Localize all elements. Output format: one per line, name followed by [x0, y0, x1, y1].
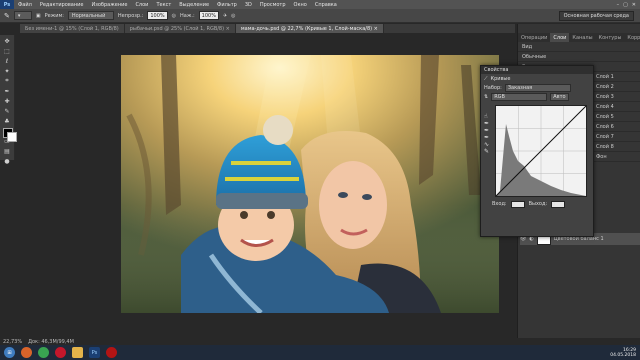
preset-select[interactable]: Заказная: [504, 83, 571, 92]
tab-actions[interactable]: Операции: [518, 33, 550, 42]
maximize-button[interactable]: ▢: [623, 2, 628, 8]
menu-image[interactable]: Изображение: [87, 2, 131, 8]
flow-input[interactable]: 100%: [198, 11, 219, 20]
clone-stamp-tool-icon[interactable]: ♣: [2, 117, 12, 125]
minimize-button[interactable]: –: [617, 2, 620, 8]
photoshop-taskbar-icon[interactable]: Ps: [89, 347, 100, 358]
menu-view[interactable]: Просмотр: [256, 2, 290, 8]
menu-bar: Ps Файл Редактирование Изображение Слои …: [0, 0, 640, 9]
doc-tab-3[interactable]: мама-дочь.psd @ 22,7% (Кривые 1, Слой-ма…: [235, 24, 384, 33]
curve-point-icon[interactable]: ∿: [484, 141, 492, 148]
curves-graph[interactable]: [495, 105, 587, 197]
menu-type[interactable]: Текст: [152, 2, 175, 8]
photoshop-logo-icon: Ps: [0, 0, 14, 9]
doc-size-readout: Док: 46,3М/99,4М: [28, 338, 74, 345]
pencil-curve-icon[interactable]: ✎: [484, 148, 492, 155]
menu-window[interactable]: Окно: [290, 2, 311, 8]
pressure-size-icon[interactable]: ◎: [231, 13, 235, 19]
brush-tool-icon[interactable]: ✎: [4, 12, 10, 20]
curve-tools: ☝ ✒ ✒ ✒ ∿ ✎: [484, 113, 492, 173]
blend-mode-row[interactable]: Обычные: [518, 52, 640, 62]
menu-help[interactable]: Справка: [311, 2, 341, 8]
tab-adjustments[interactable]: Коррекция: [624, 33, 640, 42]
opacity-label: Непрозр.:: [117, 12, 144, 19]
input-label: Вход:: [492, 201, 507, 207]
tab-layers[interactable]: Слои: [550, 33, 570, 42]
crop-tool-icon[interactable]: ⌗: [2, 77, 12, 85]
pressure-opacity-icon[interactable]: ◎: [172, 13, 176, 19]
eyedropper-tool-icon[interactable]: ✒: [2, 87, 12, 95]
properties-type: Кривые: [490, 75, 511, 82]
close-button[interactable]: ✕: [632, 2, 636, 8]
curves-icon: ⟋: [484, 75, 488, 82]
background-color-swatch[interactable]: [7, 132, 17, 142]
menu-3d[interactable]: 3D: [241, 2, 256, 8]
brush-tool-icon[interactable]: ✎: [2, 107, 12, 115]
mode-label: Режим:: [44, 12, 64, 19]
airbrush-icon[interactable]: ✈: [223, 13, 227, 19]
record-icon[interactable]: [106, 347, 117, 358]
document-tabs: Без имени-1 @ 15% (Слой 1, RGB/8) рыбачь…: [20, 24, 515, 33]
properties-title: Свойства: [481, 66, 593, 74]
marquee-tool-icon[interactable]: ⬚: [2, 47, 12, 55]
menu-layers[interactable]: Слои: [131, 2, 152, 8]
menu-filter[interactable]: Фильтр: [213, 2, 241, 8]
move-tool-icon[interactable]: ✥: [2, 37, 12, 45]
panel-tabs: Операции Слои Каналы Контуры Коррекция: [518, 33, 640, 42]
brush-panel-icon[interactable]: ▣: [36, 13, 41, 19]
windows-taskbar: ⊞ Ps 16:29 04.05.2018: [0, 345, 640, 360]
opacity-input[interactable]: 100%: [147, 11, 168, 20]
mode-select[interactable]: Нормальный: [67, 11, 114, 20]
workspace-switcher[interactable]: Основная рабочая среда: [558, 10, 634, 21]
firefox-icon[interactable]: [21, 347, 32, 358]
eyedropper-white-icon[interactable]: ✒: [484, 134, 492, 141]
document-canvas[interactable]: [121, 55, 499, 313]
chrome-icon[interactable]: [38, 347, 49, 358]
channel-select[interactable]: RGB: [491, 92, 548, 101]
gradient-tool-icon[interactable]: ▤: [2, 147, 12, 155]
layer-filter-row[interactable]: Вид: [518, 42, 640, 52]
system-clock[interactable]: 16:29 04.05.2018: [610, 348, 636, 358]
status-bar: 22,73% Док: 46,3М/99,4М: [0, 338, 203, 345]
preset-label: Набор:: [484, 84, 502, 91]
clock-date: 04.05.2018: [610, 352, 636, 358]
eyedropper-black-icon[interactable]: ✒: [484, 120, 492, 127]
flow-label: Наж.:: [180, 12, 195, 19]
dodge-tool-icon[interactable]: ●: [2, 157, 12, 165]
options-bar: ✎ ▾ ▣ Режим: Нормальный Непрозр.: 100% ◎…: [0, 9, 640, 23]
doc-tab-1[interactable]: Без имени-1 @ 15% (Слой 1, RGB/8): [20, 24, 125, 33]
tab-paths[interactable]: Контуры: [596, 33, 625, 42]
target-adjust-icon[interactable]: ☝: [484, 113, 492, 120]
doc-tab-2[interactable]: рыбачьи.psd @ 25% (Слой 1, RGB/8) ×: [124, 24, 236, 33]
opera-icon[interactable]: [55, 347, 66, 358]
input-field[interactable]: 0: [510, 200, 525, 208]
menu-edit[interactable]: Редактирование: [36, 2, 88, 8]
menu-select[interactable]: Выделение: [175, 2, 213, 8]
auto-button[interactable]: Авто: [550, 92, 569, 101]
output-field[interactable]: 0: [551, 200, 566, 208]
photo-mother-child: [121, 55, 499, 313]
output-label: Выход:: [528, 201, 548, 207]
lasso-tool-icon[interactable]: ℓ: [2, 57, 12, 65]
start-button-icon[interactable]: ⊞: [4, 347, 15, 358]
eyedropper-gray-icon[interactable]: ✒: [484, 127, 492, 134]
input-output-row: Вход: 0 Выход: 0: [492, 200, 582, 208]
healing-brush-tool-icon[interactable]: ✚: [2, 97, 12, 105]
quick-select-tool-icon[interactable]: ✦: [2, 67, 12, 75]
brush-preset-picker[interactable]: ▾: [13, 11, 32, 20]
explorer-icon[interactable]: [72, 347, 83, 358]
menu-file[interactable]: Файл: [14, 2, 36, 8]
channel-icon: ⇅: [484, 93, 489, 100]
tab-channels[interactable]: Каналы: [569, 33, 595, 42]
zoom-readout[interactable]: 22,73%: [3, 339, 22, 345]
window-controls: – ▢ ✕: [617, 2, 640, 8]
